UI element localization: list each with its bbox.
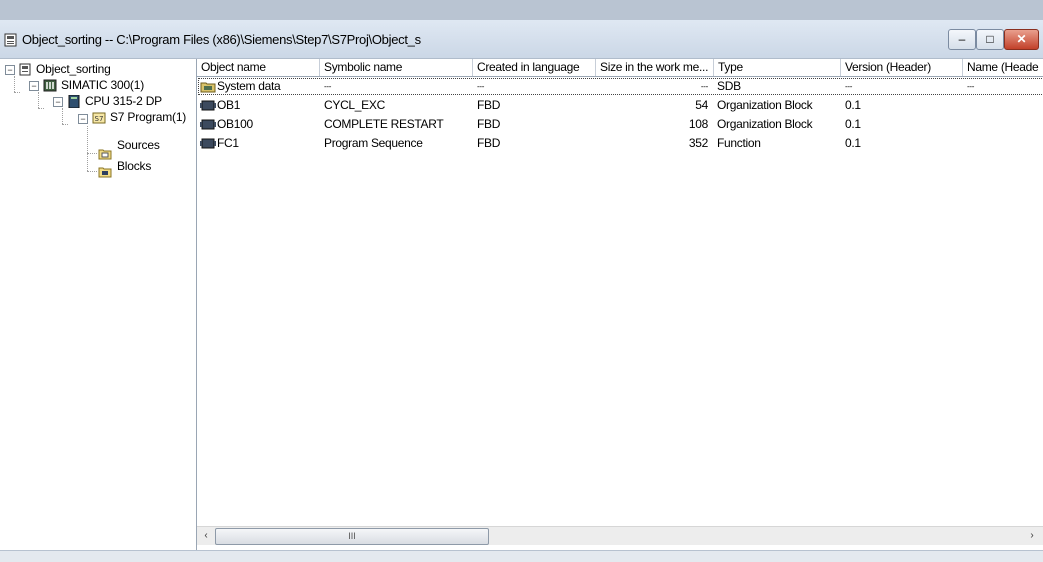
station-icon xyxy=(43,79,57,92)
object-list[interactable]: Object name Symbolic name Created in lan… xyxy=(197,59,1043,550)
column-header-bar: Object name Symbolic name Created in lan… xyxy=(197,59,1043,77)
object-type: Organization Block xyxy=(717,98,813,112)
scroll-right-icon[interactable]: › xyxy=(1025,529,1039,543)
object-name: OB1 xyxy=(217,98,241,112)
column-header-header-name[interactable]: Name (Heade xyxy=(963,59,1043,76)
work-memory-size: --- xyxy=(700,82,708,91)
work-memory-size: 352 xyxy=(688,136,708,150)
header-version: 0.1 xyxy=(845,136,861,150)
column-header-symbolic-name[interactable]: Symbolic name xyxy=(320,59,473,76)
object-name: System data xyxy=(217,79,281,93)
symbolic-name: Program Sequence xyxy=(324,136,423,150)
column-header-created-language[interactable]: Created in language xyxy=(473,59,596,76)
column-header-size[interactable]: Size in the work me... xyxy=(596,59,714,76)
table-row[interactable]: FC1 Program Sequence FBD 352 Function 0.… xyxy=(197,134,1043,153)
tree-line xyxy=(38,92,39,108)
tree-item-object-sorting[interactable]: Object_sorting xyxy=(36,62,111,76)
object-type: Function xyxy=(717,136,761,150)
tree-line xyxy=(14,92,20,93)
folder-blocks-icon xyxy=(98,167,112,178)
expand-toggle[interactable]: − xyxy=(78,114,88,124)
column-header-version[interactable]: Version (Header) xyxy=(841,59,963,76)
block-icon xyxy=(200,100,216,111)
close-icon: ✕ xyxy=(1016,32,1027,46)
work-memory-size: 108 xyxy=(688,117,708,131)
header-name xyxy=(967,134,1037,153)
symbolic-name: COMPLETE RESTART xyxy=(324,117,444,131)
column-header-type[interactable]: Type xyxy=(714,59,841,76)
scroll-thumb[interactable]: III xyxy=(215,528,489,545)
cpu-icon xyxy=(68,95,80,108)
window-title: Object_sorting -- C:\Program Files (x86)… xyxy=(22,32,421,47)
created-language: FBD xyxy=(477,98,501,112)
svg-text:S7: S7 xyxy=(95,115,104,123)
close-button[interactable]: ✕ xyxy=(1004,29,1039,50)
maximize-icon: □ xyxy=(986,32,994,46)
expand-toggle[interactable]: − xyxy=(53,97,63,107)
minimize-icon: – xyxy=(958,32,966,46)
tree-item-sources[interactable]: Sources xyxy=(117,139,160,152)
block-icon xyxy=(200,119,216,130)
tree-item-blocks[interactable]: Blocks xyxy=(117,159,151,173)
table-row[interactable]: OB100 COMPLETE RESTART FBD 108 Organizat… xyxy=(197,115,1043,134)
minimize-button[interactable]: – xyxy=(948,29,976,50)
header-name xyxy=(967,96,1037,115)
tree-line xyxy=(38,108,44,109)
created-language: FBD xyxy=(477,117,501,131)
project-icon xyxy=(19,63,31,76)
expand-toggle[interactable]: − xyxy=(5,65,15,75)
program-icon: S7 xyxy=(92,112,106,124)
window-top-strip xyxy=(0,0,1043,20)
symbolic-name: --- xyxy=(324,82,332,91)
symbolic-name: CYCL_EXC xyxy=(324,98,385,112)
header-name: --- xyxy=(967,82,975,91)
header-version: 0.1 xyxy=(845,98,861,112)
tree-line xyxy=(14,76,15,92)
project-window-icon xyxy=(4,33,17,47)
header-name xyxy=(967,115,1037,134)
object-type: SDB xyxy=(717,79,741,93)
table-row[interactable]: OB1 CYCL_EXC FBD 54 Organization Block 0… xyxy=(197,96,1043,115)
object-type: Organization Block xyxy=(717,117,813,131)
header-version: 0.1 xyxy=(845,117,861,131)
folder-sources-icon xyxy=(98,149,112,160)
column-header-object-name[interactable]: Object name xyxy=(197,59,320,76)
created-language: FBD xyxy=(477,136,501,150)
tree-item-cpu[interactable]: CPU 315-2 DP xyxy=(85,94,162,108)
created-language: --- xyxy=(477,82,485,91)
tree-item-simatic-300[interactable]: SIMATIC 300(1) xyxy=(61,78,144,92)
header-version: --- xyxy=(845,82,853,91)
tree-line xyxy=(87,153,97,154)
tree-line xyxy=(62,108,63,124)
object-name: FC1 xyxy=(217,136,239,150)
system-data-icon xyxy=(200,82,216,93)
simatic-manager-window: Object_sorting -- C:\Program Files (x86)… xyxy=(0,0,1043,562)
project-tree[interactable]: − Object_sorting − SIMATIC 300(1) − CPU … xyxy=(0,59,197,550)
work-memory-size: 54 xyxy=(695,98,708,112)
block-icon xyxy=(200,138,216,149)
scroll-left-icon[interactable]: ‹ xyxy=(199,529,213,543)
expand-toggle[interactable]: − xyxy=(29,81,39,91)
tree-line xyxy=(87,126,88,171)
horizontal-scrollbar[interactable]: ‹ III › xyxy=(197,526,1043,545)
window-bottom-border xyxy=(0,550,1043,562)
tree-line xyxy=(62,124,68,125)
maximize-button[interactable]: □ xyxy=(976,29,1004,50)
table-row[interactable]: System data --- --- --- SDB --- --- xyxy=(197,77,1043,96)
tree-item-s7-program[interactable]: S7 Program(1) xyxy=(110,110,186,124)
object-name: OB100 xyxy=(217,117,253,131)
tree-line xyxy=(87,171,97,172)
